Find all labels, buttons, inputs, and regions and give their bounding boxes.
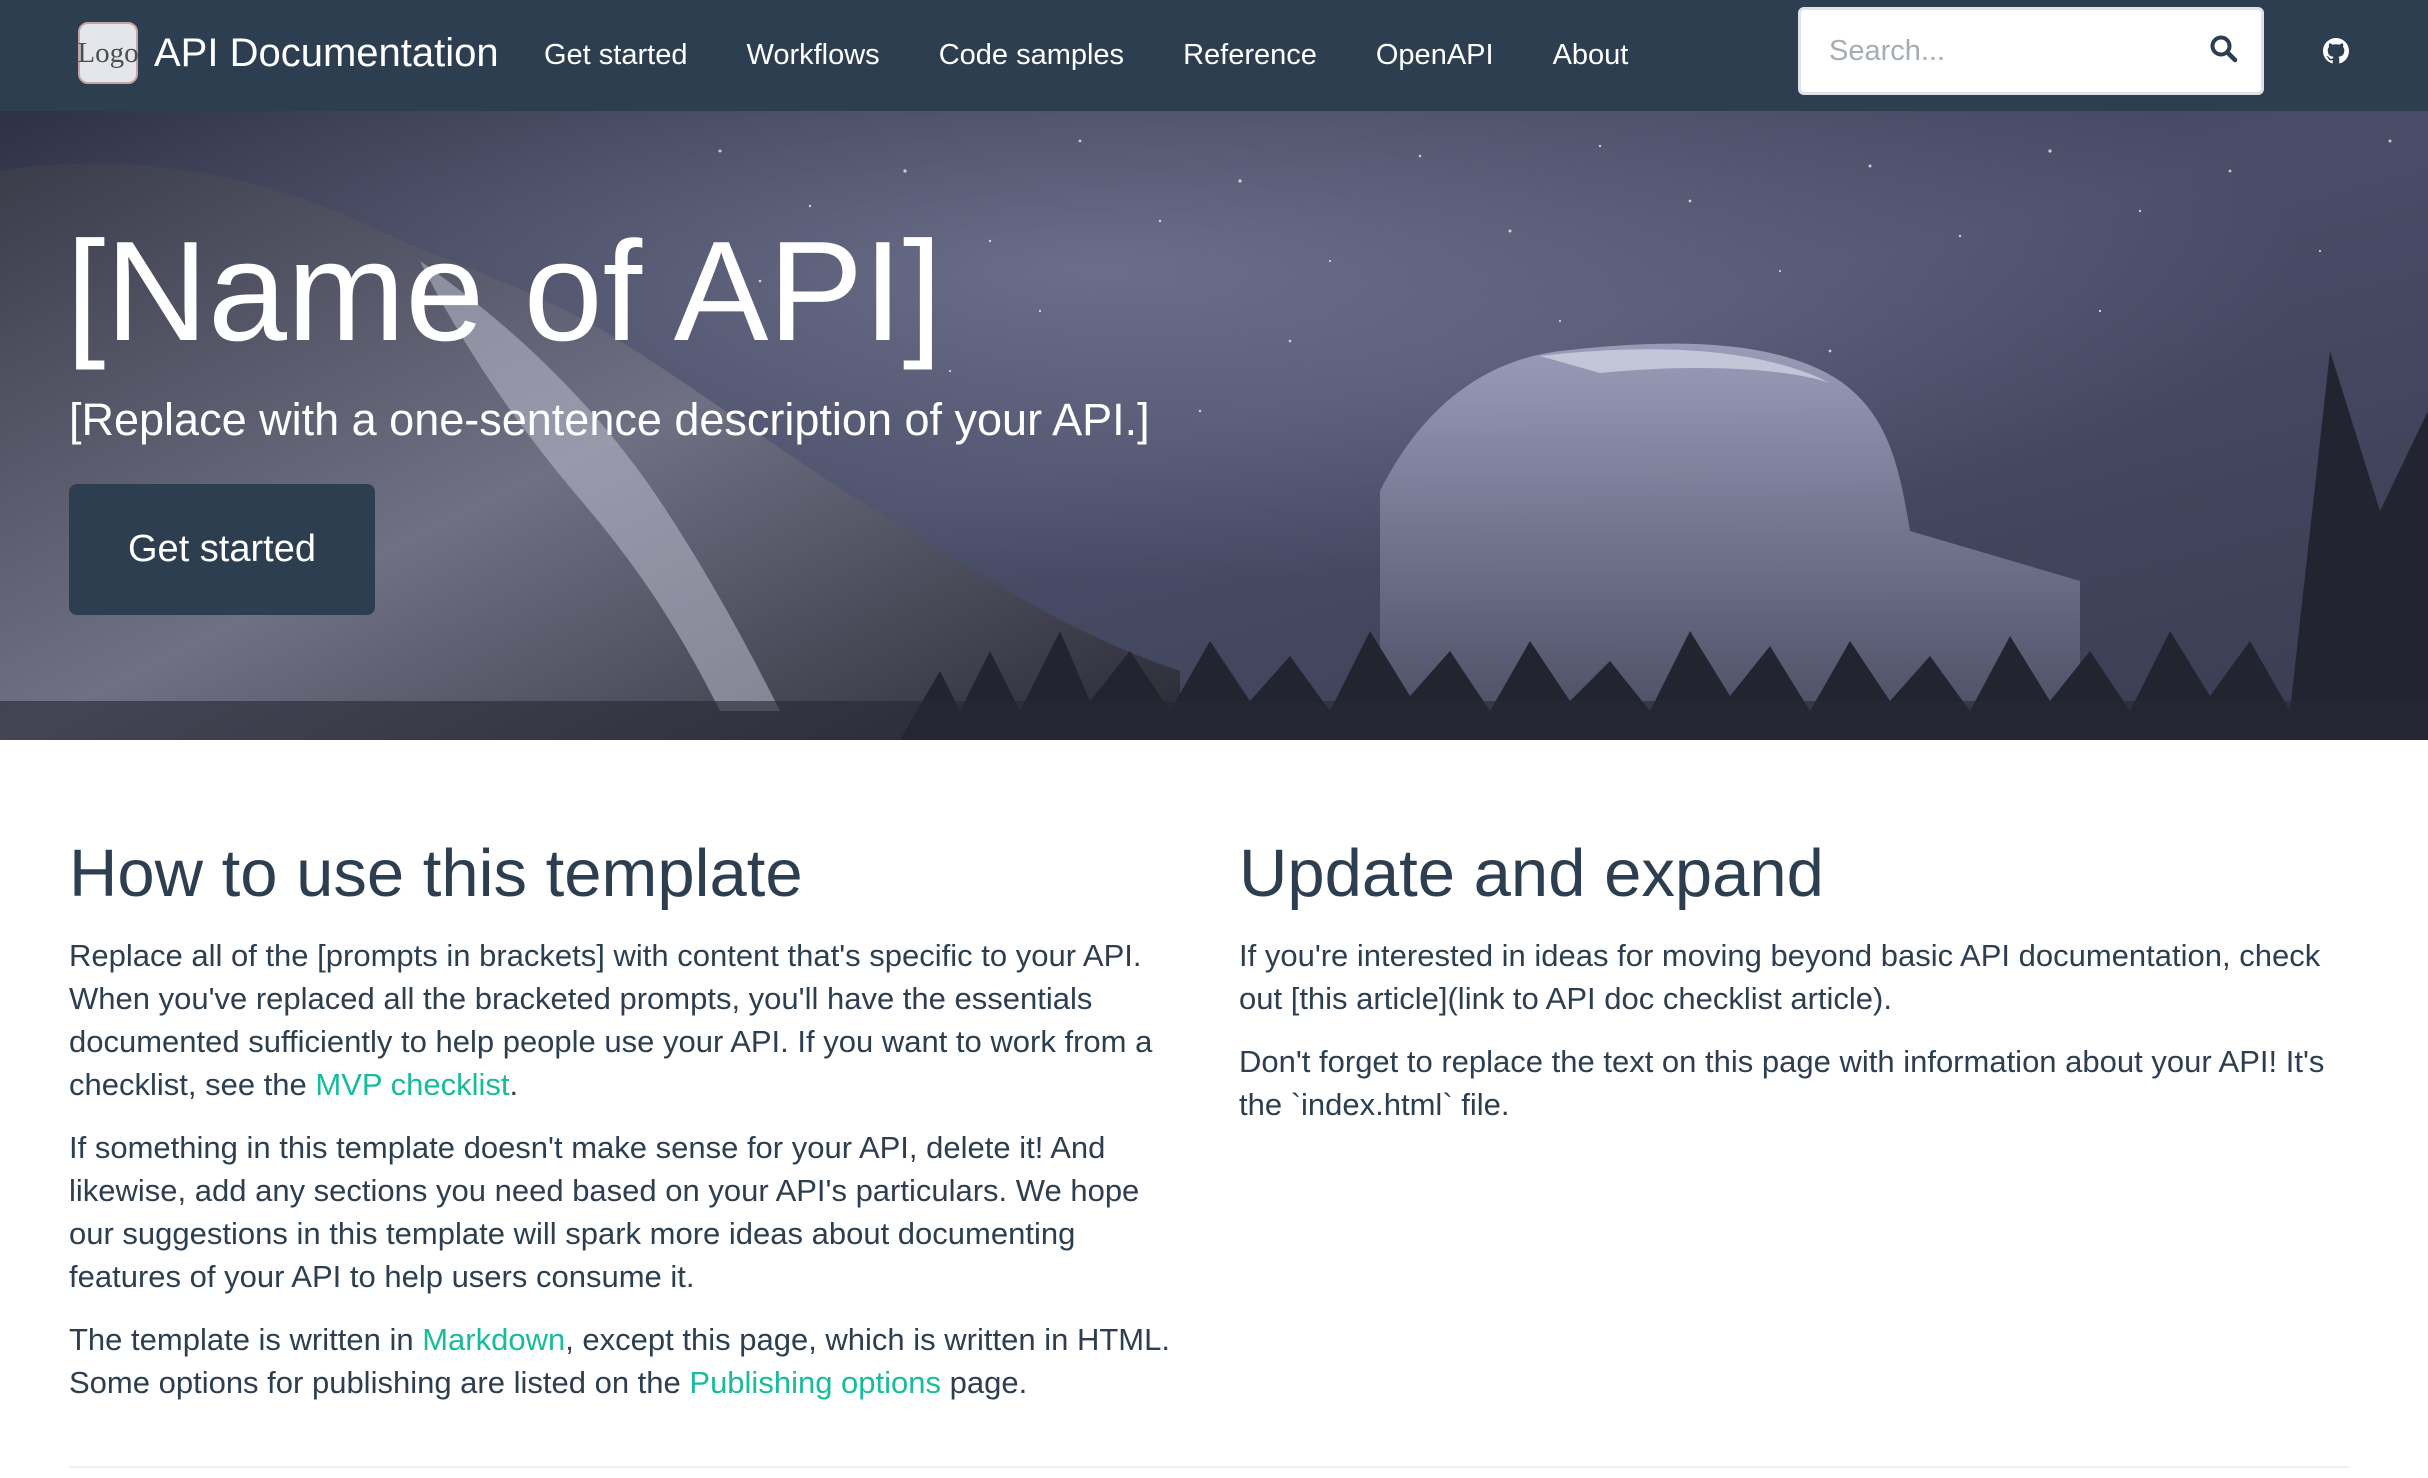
hero-banner: [Name of API] [Replace with a one-senten… bbox=[0, 111, 2428, 740]
paragraph-text: Replace all of the [prompts in brackets]… bbox=[69, 938, 1153, 1103]
publishing-options-link[interactable]: Publishing options bbox=[689, 1365, 941, 1400]
hero-subtitle: [Replace with a one-sentence description… bbox=[69, 394, 1150, 445]
logo: Logo bbox=[77, 22, 139, 84]
nav-link-workflows[interactable]: Workflows bbox=[746, 39, 879, 72]
intro-paragraph: Replace all of the [prompts in brackets]… bbox=[69, 934, 1181, 1106]
update-expand-section: Update and expand If you're interested i… bbox=[1239, 835, 2359, 1146]
get-started-button[interactable]: Get started bbox=[69, 484, 375, 615]
nav-links: Get started Workflows Code samples Refer… bbox=[544, 0, 1687, 111]
delete-paragraph: If something in this template doesn't ma… bbox=[69, 1130, 1140, 1295]
nav-link-about[interactable]: About bbox=[1553, 39, 1629, 72]
section-heading: How to use this template bbox=[69, 836, 803, 911]
markdown-link[interactable]: Markdown bbox=[422, 1322, 565, 1357]
paragraph-text: . bbox=[509, 1067, 519, 1103]
nav-link-get-started[interactable]: Get started bbox=[544, 39, 687, 72]
paragraph-text: The template is written in bbox=[69, 1322, 423, 1358]
section-heading: Update and expand bbox=[1239, 836, 1824, 911]
divider bbox=[69, 1466, 2349, 1468]
search-box bbox=[1798, 7, 2264, 95]
nav-link-openapi[interactable]: OpenAPI bbox=[1376, 39, 1494, 72]
search-icon[interactable] bbox=[2209, 34, 2239, 64]
mvp-checklist-link[interactable]: MVP checklist bbox=[315, 1067, 509, 1102]
nav-link-code-samples[interactable]: Code samples bbox=[939, 39, 1124, 72]
nav-link-reference[interactable]: Reference bbox=[1183, 39, 1317, 72]
paragraph-text: page. bbox=[941, 1365, 1028, 1401]
how-to-use-section: How to use this template Replace all of … bbox=[69, 835, 1181, 1424]
replace-text-paragraph: Don't forget to replace the text on this… bbox=[1239, 1044, 2325, 1123]
search-input[interactable] bbox=[1829, 10, 2189, 92]
ideas-paragraph: If you're interested in ideas for moving… bbox=[1239, 938, 2321, 1017]
top-navbar: Logo API Documentation Get started Workf… bbox=[0, 0, 2428, 111]
brand-home-link[interactable]: Logo API Documentation bbox=[77, 22, 499, 84]
hero-title: [Name of API] bbox=[66, 212, 943, 371]
markdown-paragraph: The template is written in Markdown, exc… bbox=[69, 1318, 1181, 1404]
brand-title: API Documentation bbox=[154, 30, 499, 75]
github-icon[interactable] bbox=[2323, 38, 2349, 64]
